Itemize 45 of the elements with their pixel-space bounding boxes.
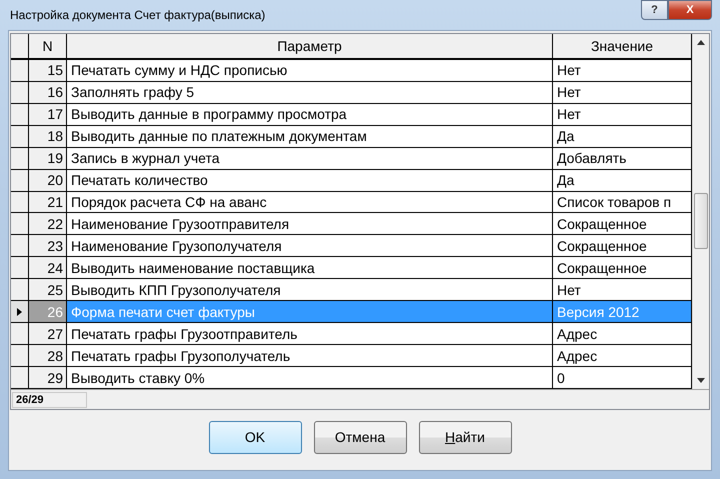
scroll-thumb[interactable]	[694, 193, 708, 249]
column-header[interactable]: Значение	[553, 34, 692, 58]
row-number: 24	[29, 257, 67, 278]
row-selector[interactable]	[11, 345, 29, 366]
row-number: 27	[29, 323, 67, 344]
row-number: 19	[29, 148, 67, 169]
dialog-button[interactable]: Найти	[418, 420, 512, 454]
row-number: 25	[29, 279, 67, 300]
row-selector[interactable]	[11, 235, 29, 256]
row-number: 18	[29, 126, 67, 147]
close-button[interactable]: X	[668, 0, 712, 20]
window-title: Настройка документа Счет фактура(выписка)	[9, 8, 266, 22]
row-number: 15	[29, 60, 67, 81]
row-number: 20	[29, 170, 67, 191]
row-number: 17	[29, 104, 67, 125]
row-pointer-icon	[17, 308, 22, 316]
scroll-down-icon[interactable]	[697, 378, 705, 383]
row-selector[interactable]	[11, 82, 29, 103]
dialog-button[interactable]: Отмена	[314, 420, 406, 454]
row-selector[interactable]	[11, 279, 29, 300]
scrollbar[interactable]	[692, 34, 709, 389]
row-number: 23	[29, 235, 67, 256]
row-number: 26	[29, 301, 67, 322]
row-selector[interactable]	[11, 192, 29, 212]
row-selector[interactable]	[11, 148, 29, 169]
row-number: 21	[29, 192, 67, 212]
row-selector[interactable]	[11, 367, 29, 388]
row-selector[interactable]	[11, 257, 29, 278]
column-header[interactable]: N	[29, 34, 67, 58]
row-selector[interactable]	[11, 104, 29, 125]
row-selector[interactable]	[11, 213, 29, 234]
column-header[interactable]: Параметр	[67, 34, 553, 58]
dialog-button[interactable]: OK	[208, 420, 302, 454]
record-position: 26/29	[12, 392, 87, 408]
row-selector[interactable]	[11, 60, 29, 81]
row-selector[interactable]	[11, 170, 29, 191]
row-selector[interactable]	[11, 301, 29, 322]
scroll-up-icon[interactable]	[697, 40, 705, 45]
row-selector[interactable]	[11, 323, 29, 344]
help-button[interactable]: ?	[641, 0, 668, 20]
row-number: 29	[29, 367, 67, 388]
row-number: 16	[29, 82, 67, 103]
row-selector[interactable]	[11, 126, 29, 147]
row-number: 22	[29, 213, 67, 234]
row-number: 28	[29, 345, 67, 366]
